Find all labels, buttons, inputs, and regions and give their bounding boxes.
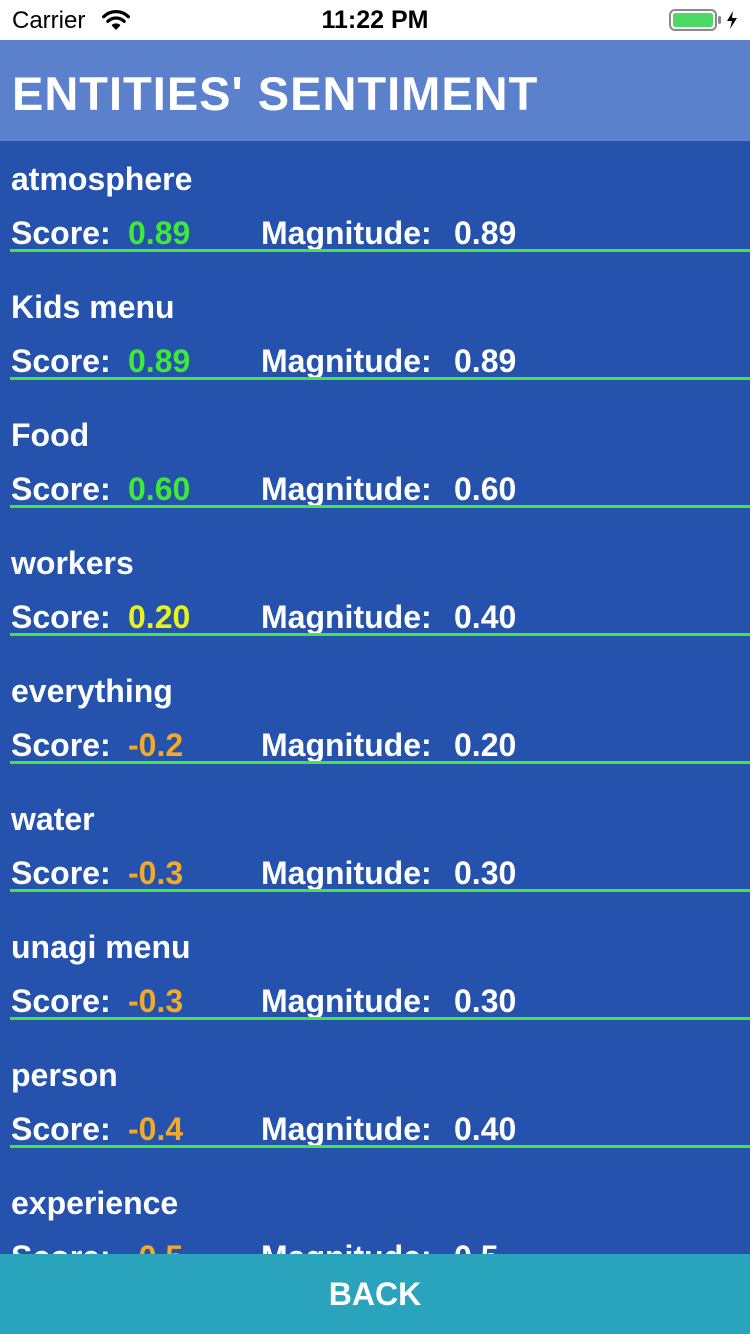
- row-divider: [10, 1017, 750, 1020]
- row-divider: [10, 505, 750, 508]
- score-label: Score:: [11, 215, 111, 251]
- list-item: water Score: -0.3 Magnitude: 0.30: [0, 781, 750, 909]
- entity-name: atmosphere: [11, 161, 193, 197]
- score-value: -0.3: [128, 983, 184, 1019]
- entity-name: Kids menu: [11, 289, 175, 325]
- magnitude-value: 0.30: [454, 983, 517, 1019]
- score-value: 0.89: [128, 343, 191, 379]
- score-value: -0.3: [128, 855, 184, 891]
- magnitude-value: 0.5: [454, 1239, 498, 1254]
- score-label: Score:: [11, 471, 111, 507]
- entity-list-scroll[interactable]: atmosphere Score: 0.89 Magnitude: 0.89 Kids m…: [0, 141, 750, 1254]
- magnitude-label: Magnitude:: [261, 727, 432, 763]
- magnitude-label: Magnitude:: [261, 471, 432, 507]
- magnitude-label: Magnitude:: [261, 215, 432, 251]
- list-item: atmosphere Score: 0.89 Magnitude: 0.89: [0, 141, 750, 269]
- score-value: 0.20: [128, 599, 191, 635]
- list-item: everything Score: -0.2 Magnitude: 0.20: [0, 653, 750, 781]
- magnitude-value: 0.89: [454, 215, 517, 251]
- entity-name: experience: [11, 1185, 179, 1221]
- entity-name: unagi menu: [11, 929, 191, 965]
- battery-icon: [669, 9, 737, 31]
- list-item: workers Score: 0.20 Magnitude: 0.40: [0, 525, 750, 653]
- magnitude-label: Magnitude:: [261, 855, 432, 891]
- score-label: Score:: [11, 727, 111, 763]
- magnitude-label: Magnitude:: [261, 1239, 432, 1254]
- entity-name: workers: [11, 545, 134, 581]
- list-item: Food Score: 0.60 Magnitude: 0.60: [0, 397, 750, 525]
- score-label: Score:: [11, 983, 111, 1019]
- magnitude-value: 0.40: [454, 599, 517, 635]
- magnitude-label: Magnitude:: [261, 599, 432, 635]
- row-divider: [10, 633, 750, 636]
- row-divider: [10, 1145, 750, 1148]
- entity-name: everything: [11, 673, 173, 709]
- score-label: Score:: [11, 855, 111, 891]
- list-item: unagi menu Score: -0.3 Magnitude: 0.30: [0, 909, 750, 1037]
- back-button[interactable]: BACK: [0, 1254, 750, 1334]
- magnitude-value: 0.40: [454, 1111, 517, 1147]
- header-bar: ENTITIES' SENTIMENT: [0, 40, 750, 141]
- row-divider: [10, 761, 750, 764]
- row-divider: [10, 377, 750, 380]
- score-value: -0.5: [128, 1239, 183, 1254]
- list-item: person Score: -0.4 Magnitude: 0.40: [0, 1037, 750, 1165]
- list-item: experience Score: -0.5 Magnitude: 0.5: [0, 1165, 750, 1254]
- score-label: Score:: [11, 1111, 111, 1147]
- score-label: Score:: [11, 599, 111, 635]
- status-bar: Carrier 11:22 PM: [0, 0, 750, 40]
- score-label: Score:: [11, 1239, 111, 1254]
- score-value: -0.4: [128, 1111, 184, 1147]
- magnitude-value: 0.30: [454, 855, 517, 891]
- magnitude-label: Magnitude:: [261, 1111, 432, 1147]
- page-title: ENTITIES' SENTIMENT: [12, 67, 539, 120]
- magnitude-label: Magnitude:: [261, 343, 432, 379]
- entity-name: Food: [11, 417, 90, 453]
- score-value: 0.89: [128, 215, 191, 251]
- magnitude-value: 0.89: [454, 343, 517, 379]
- magnitude-value: 0.20: [454, 727, 517, 763]
- magnitude-label: Magnitude:: [261, 983, 432, 1019]
- entity-name: water: [11, 801, 95, 837]
- entity-list: atmosphere Score: 0.89 Magnitude: 0.89 Kids m…: [0, 141, 750, 1254]
- entity-name: person: [11, 1057, 118, 1093]
- list-item: Kids menu Score: 0.89 Magnitude: 0.89: [0, 269, 750, 397]
- row-divider: [10, 249, 750, 252]
- status-time: 11:22 PM: [321, 6, 429, 34]
- row-divider: [10, 889, 750, 892]
- score-label: Score:: [11, 343, 111, 379]
- score-value: -0.2: [128, 727, 184, 763]
- magnitude-value: 0.60: [454, 471, 517, 507]
- score-value: 0.60: [128, 471, 191, 507]
